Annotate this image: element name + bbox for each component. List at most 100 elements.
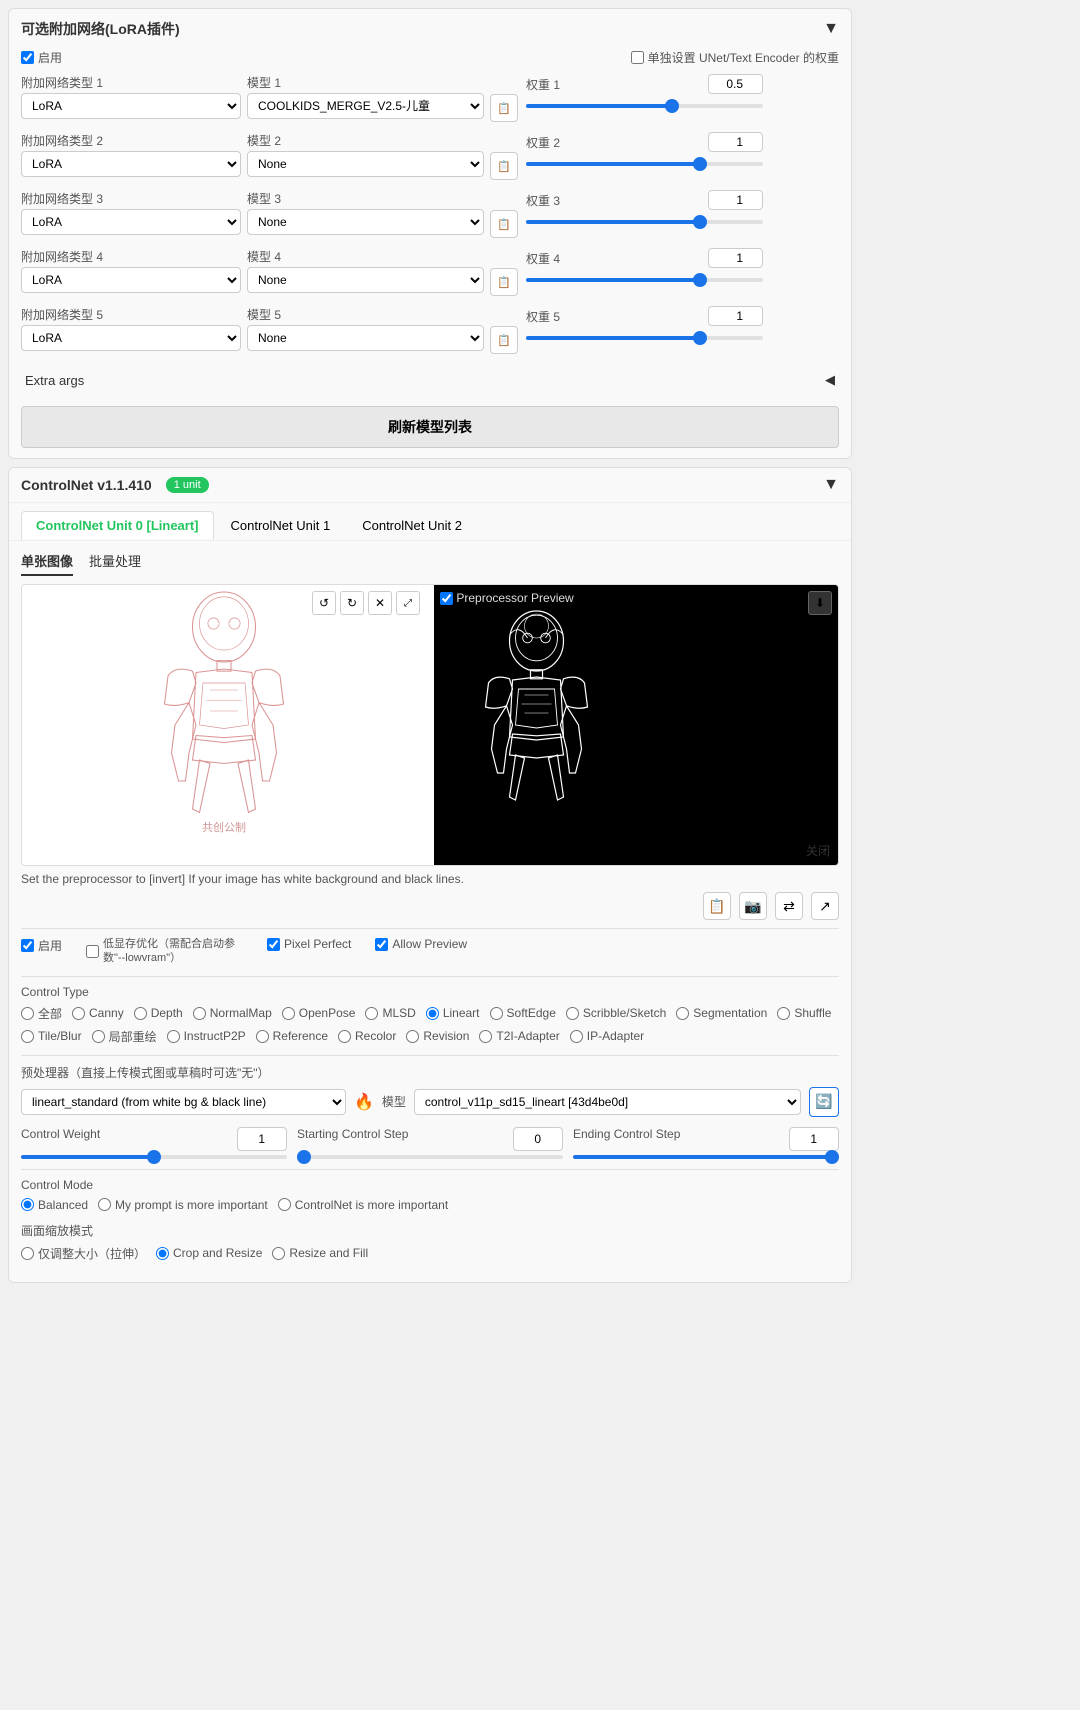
input-image-area[interactable]: ↺ ↻ ✕ ⤢ bbox=[22, 585, 426, 865]
control-type-radio-4[interactable] bbox=[282, 1007, 295, 1020]
control-type-Revision[interactable]: Revision bbox=[406, 1028, 469, 1045]
control-type-Segmentation[interactable]: Segmentation bbox=[676, 1005, 767, 1022]
low-vram-checkbox[interactable] bbox=[86, 945, 99, 958]
lora-copy-btn-2[interactable]: 📋 bbox=[490, 152, 518, 180]
lora-enabled-checkbox[interactable] bbox=[21, 51, 34, 64]
controlnet-collapse-icon[interactable]: ▼ bbox=[823, 476, 839, 494]
lora-weight-input-2[interactable] bbox=[708, 132, 763, 152]
download-preview-btn[interactable]: ⬇ bbox=[808, 591, 832, 615]
allow-preview-check[interactable]: Allow Preview bbox=[375, 937, 467, 951]
control-type-Depth[interactable]: Depth bbox=[134, 1005, 183, 1022]
single-setting-checkbox[interactable] bbox=[631, 51, 644, 64]
starting-step-slider[interactable] bbox=[297, 1155, 563, 1159]
control-type-radio-13[interactable] bbox=[167, 1030, 180, 1043]
lora-type-select-2[interactable]: LoRA bbox=[21, 151, 241, 177]
resize-mode-radio-1[interactable] bbox=[156, 1247, 169, 1260]
clear-btn[interactable]: ✕ bbox=[368, 591, 392, 615]
control-type-radio-11[interactable] bbox=[21, 1030, 34, 1043]
lora-weight-slider-1[interactable] bbox=[526, 104, 763, 108]
control-type-Tile-Blur[interactable]: Tile/Blur bbox=[21, 1028, 82, 1045]
lora-weight-slider-2[interactable] bbox=[526, 162, 763, 166]
allow-preview-checkbox[interactable] bbox=[375, 938, 388, 951]
lora-model-select-3[interactable]: None bbox=[247, 209, 484, 235]
ending-step-slider[interactable] bbox=[573, 1155, 839, 1159]
resize-mode-radio-0[interactable] bbox=[21, 1247, 34, 1260]
control-mode-radio-0[interactable] bbox=[21, 1198, 34, 1211]
control-type-radio-2[interactable] bbox=[134, 1007, 147, 1020]
control-mode-2[interactable]: ControlNet is more important bbox=[278, 1198, 448, 1212]
cn-tab-0[interactable]: ControlNet Unit 0 [Lineart] bbox=[21, 511, 214, 540]
lora-weight-slider-4[interactable] bbox=[526, 278, 763, 282]
control-mode-radio-2[interactable] bbox=[278, 1198, 291, 1211]
control-type-Canny[interactable]: Canny bbox=[72, 1005, 124, 1022]
lora-collapse-icon[interactable]: ▼ bbox=[823, 20, 839, 38]
preprocessor-select[interactable]: lineart_standard (from white bg & black … bbox=[21, 1089, 346, 1115]
lora-model-select-4[interactable]: None bbox=[247, 267, 484, 293]
model-select[interactable]: control_v11p_sd15_lineart [43d4be0d] bbox=[414, 1089, 801, 1115]
undo-btn[interactable]: ↺ bbox=[312, 591, 336, 615]
control-type-Shuffle[interactable]: Shuffle bbox=[777, 1005, 831, 1022]
control-type-SoftEdge[interactable]: SoftEdge bbox=[490, 1005, 556, 1022]
control-type-radio-1[interactable] bbox=[72, 1007, 85, 1020]
img-tab-1[interactable]: 批量处理 bbox=[89, 551, 141, 576]
preview-checkbox[interactable] bbox=[440, 592, 453, 605]
cn-tab-2[interactable]: ControlNet Unit 2 bbox=[347, 511, 477, 540]
control-type-T2I-Adapter[interactable]: T2I-Adapter bbox=[479, 1028, 559, 1045]
lora-type-select-5[interactable]: LoRA bbox=[21, 325, 241, 351]
control-type-radio-17[interactable] bbox=[479, 1030, 492, 1043]
control-weight-slider[interactable] bbox=[21, 1155, 287, 1159]
control-mode-radio-1[interactable] bbox=[98, 1198, 111, 1211]
model-refresh-btn[interactable]: 🔄 bbox=[809, 1087, 839, 1117]
resize-mode-radio-2[interactable] bbox=[272, 1247, 285, 1260]
control-type-radio-5[interactable] bbox=[365, 1007, 378, 1020]
control-type-radio-7[interactable] bbox=[490, 1007, 503, 1020]
control-type-InstructP2P[interactable]: InstructP2P bbox=[167, 1028, 246, 1045]
control-weight-input[interactable] bbox=[237, 1127, 287, 1151]
control-type-radio-8[interactable] bbox=[566, 1007, 579, 1020]
low-vram-check[interactable]: 低显存优化（需配合启动参数"--lowvram"） bbox=[86, 937, 243, 966]
control-type-radio-15[interactable] bbox=[338, 1030, 351, 1043]
lora-weight-input-3[interactable] bbox=[708, 190, 763, 210]
lora-model-select-2[interactable]: None bbox=[247, 151, 484, 177]
camera-icon-btn[interactable]: 📷 bbox=[739, 892, 767, 920]
control-type-Recolor[interactable]: Recolor bbox=[338, 1028, 396, 1045]
extra-args-row[interactable]: Extra args ◀ bbox=[21, 364, 839, 396]
control-type-radio-0[interactable] bbox=[21, 1007, 34, 1020]
control-type-Reference[interactable]: Reference bbox=[256, 1028, 328, 1045]
resize-mode-0[interactable]: 仅调整大小（拉伸） bbox=[21, 1245, 146, 1262]
lora-weight-input-4[interactable] bbox=[708, 248, 763, 268]
cn-tab-1[interactable]: ControlNet Unit 1 bbox=[216, 511, 346, 540]
cn-enabled-check[interactable]: 启用 bbox=[21, 937, 62, 954]
lora-weight-input-5[interactable] bbox=[708, 306, 763, 326]
swap-icon-btn[interactable]: ⇄ bbox=[775, 892, 803, 920]
cn-enabled-checkbox[interactable] bbox=[21, 939, 34, 952]
img-tab-0[interactable]: 单张图像 bbox=[21, 551, 73, 576]
lora-type-select-3[interactable]: LoRA bbox=[21, 209, 241, 235]
control-type-radio-3[interactable] bbox=[193, 1007, 206, 1020]
starting-step-input[interactable] bbox=[513, 1127, 563, 1151]
lora-type-select-1[interactable]: LoRA bbox=[21, 93, 241, 119]
lora-type-select-4[interactable]: LoRA bbox=[21, 267, 241, 293]
redo-btn[interactable]: ↻ bbox=[340, 591, 364, 615]
control-type-Scribble-Sketch[interactable]: Scribble/Sketch bbox=[566, 1005, 666, 1022]
control-type-IP-Adapter[interactable]: IP-Adapter bbox=[570, 1028, 644, 1045]
control-type-radio-9[interactable] bbox=[676, 1007, 689, 1020]
control-mode-1[interactable]: My prompt is more important bbox=[98, 1198, 268, 1212]
control-type-全部[interactable]: 全部 bbox=[21, 1005, 62, 1022]
control-type-Lineart[interactable]: Lineart bbox=[426, 1005, 480, 1022]
lora-copy-btn-1[interactable]: 📋 bbox=[490, 94, 518, 122]
lora-weight-input-1[interactable] bbox=[708, 74, 763, 94]
lora-copy-btn-3[interactable]: 📋 bbox=[490, 210, 518, 238]
control-type-radio-18[interactable] bbox=[570, 1030, 583, 1043]
control-mode-0[interactable]: Balanced bbox=[21, 1198, 88, 1212]
control-type-OpenPose[interactable]: OpenPose bbox=[282, 1005, 356, 1022]
control-type-radio-14[interactable] bbox=[256, 1030, 269, 1043]
lora-enabled-check[interactable]: 启用 bbox=[21, 49, 62, 66]
resize-mode-2[interactable]: Resize and Fill bbox=[272, 1245, 368, 1262]
close-label[interactable]: 关闭 bbox=[806, 842, 830, 859]
lora-copy-btn-5[interactable]: 📋 bbox=[490, 326, 518, 354]
control-type-radio-16[interactable] bbox=[406, 1030, 419, 1043]
control-type-radio-10[interactable] bbox=[777, 1007, 790, 1020]
expand-btn[interactable]: ⤢ bbox=[396, 591, 420, 615]
ending-step-input[interactable] bbox=[789, 1127, 839, 1151]
